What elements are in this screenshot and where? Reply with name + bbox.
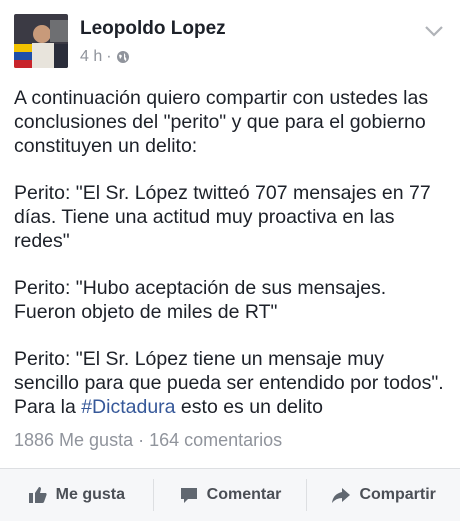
post-header: Leopoldo Lopez 4 h · [14,14,446,70]
comment-icon [180,488,197,503]
like-button[interactable]: Me gusta [0,479,153,511]
share-label: Compartir [359,486,436,503]
post-paragraph: Perito: "El Sr. López tiene un mensaje m… [14,347,450,419]
comment-label: Comentar [206,486,282,503]
post-paragraph: Perito: "El Sr. López twitteó 707 mensaj… [14,182,431,252]
author-name[interactable]: Leopoldo Lopez [80,18,226,40]
reaction-stats[interactable]: 1886 Me gusta · 164 comentarios [14,430,282,451]
post-meta: 4 h · [80,48,130,66]
like-label: Me gusta [55,486,125,503]
globe-icon [116,51,129,63]
hashtag-link[interactable]: #Dictadura [81,396,175,418]
post-paragraph: Perito: "Hubo aceptación de sus mensajes… [14,277,387,323]
avatar[interactable] [14,14,68,68]
share-arrow-icon [332,488,351,503]
post-body: A continuación quiero compartir con uste… [14,86,450,442]
meta-separator: · [106,48,112,65]
chevron-down-icon[interactable] [424,24,444,38]
comment-button[interactable]: Comentar [154,479,307,511]
share-button[interactable]: Compartir [307,479,460,511]
post-time[interactable]: 4 h [80,48,102,66]
thumbs-up-icon [28,487,47,503]
action-bar: Me gusta Comentar Compartir [0,468,460,521]
paragraph-text: esto es un delito [175,396,323,418]
post-paragraph: A continuación quiero compartir con uste… [14,87,429,157]
post-card: Leopoldo Lopez 4 h · A continuación quie… [0,0,460,521]
